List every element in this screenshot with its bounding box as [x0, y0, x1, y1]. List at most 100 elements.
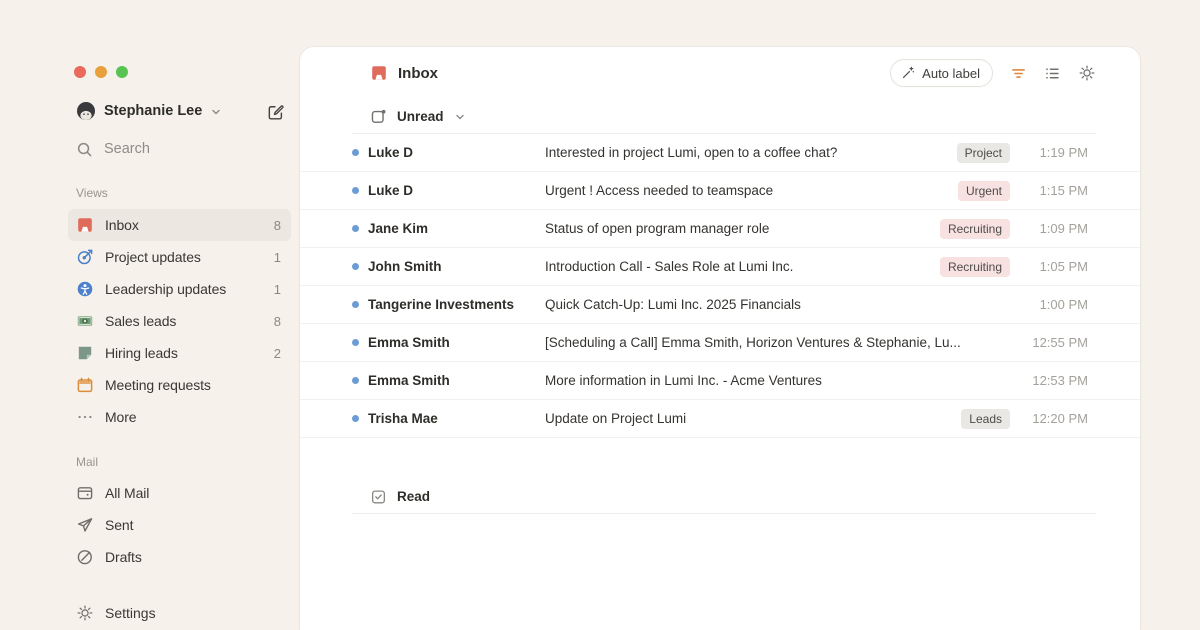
account-switcher[interactable]: Stephanie Lee	[68, 96, 291, 126]
email-row[interactable]: Emma Smith [Scheduling a Call] Emma Smit…	[300, 324, 1140, 362]
read-label: Read	[397, 489, 430, 504]
sidebar-item-label: Sent	[105, 517, 133, 533]
person-icon	[76, 280, 94, 298]
sidebar-item-inbox[interactable]: Inbox 8	[68, 209, 291, 241]
email-time: 12:55 PM	[1024, 335, 1088, 350]
email-sender: Jane Kim	[368, 221, 545, 236]
compose-icon[interactable]	[266, 102, 285, 121]
more-icon	[76, 408, 94, 426]
minimize-button[interactable]	[95, 66, 107, 78]
email-subject: [Scheduling a Call] Emma Smith, Horizon …	[545, 335, 1010, 350]
sidebar-item-label: Hiring leads	[105, 345, 178, 361]
email-label-badge[interactable]: Urgent	[958, 181, 1010, 201]
unread-label: Unread	[397, 109, 444, 124]
unread-group-header[interactable]: Unread	[300, 99, 1140, 133]
email-subject: Introduction Call - Sales Role at Lumi I…	[545, 259, 928, 274]
email-subject: Urgent ! Access needed to teamspace	[545, 183, 946, 198]
email-row[interactable]: John Smith Introduction Call - Sales Rol…	[300, 248, 1140, 286]
unread-dot-icon	[352, 415, 359, 422]
sidebar-item-hiring-leads[interactable]: Hiring leads 2	[68, 337, 291, 369]
sidebar-item-more[interactable]: More	[68, 401, 291, 433]
search-icon	[76, 141, 93, 158]
gear-icon	[76, 604, 94, 622]
email-row[interactable]: Luke D Urgent ! Access needed to teamspa…	[300, 172, 1140, 210]
sidebar-item-meeting-requests[interactable]: Meeting requests	[68, 369, 291, 401]
sidebar-item-label: Sales leads	[105, 313, 176, 329]
unread-dot-icon	[352, 149, 359, 156]
email-time: 12:53 PM	[1024, 373, 1088, 388]
list-view-icon[interactable]	[1044, 65, 1061, 82]
chevron-down-icon	[454, 111, 466, 123]
calendar-icon	[76, 376, 94, 394]
inbox-panel: Inbox Auto label	[300, 47, 1140, 630]
inbox-icon	[76, 216, 94, 234]
email-row[interactable]: Jane Kim Status of open program manager …	[300, 210, 1140, 248]
unread-dot-icon	[352, 263, 359, 270]
email-row[interactable]: Luke D Interested in project Lumi, open …	[300, 134, 1140, 172]
sidebar-item-count: 1	[274, 250, 281, 265]
send-icon	[76, 516, 94, 534]
draft-icon	[76, 548, 94, 566]
email-sender: Trisha Mae	[368, 411, 545, 426]
unread-dot-icon	[352, 301, 359, 308]
email-time: 1:00 PM	[1024, 297, 1088, 312]
note-icon	[76, 344, 94, 362]
unread-icon	[370, 108, 387, 125]
email-label-badge[interactable]: Leads	[961, 409, 1010, 429]
email-time: 1:15 PM	[1024, 183, 1088, 198]
target-icon	[76, 248, 94, 266]
auto-label-text: Auto label	[922, 66, 980, 81]
sidebar-item-leadership-updates[interactable]: Leadership updates 1	[68, 273, 291, 305]
email-time: 1:09 PM	[1024, 221, 1088, 236]
sidebar-item-project-updates[interactable]: Project updates 1	[68, 241, 291, 273]
email-row[interactable]: Emma Smith More information in Lumi Inc.…	[300, 362, 1140, 400]
sidebar-item-count: 8	[274, 314, 281, 329]
email-label-badge[interactable]: Recruiting	[940, 219, 1010, 239]
email-sender: Luke D	[368, 145, 545, 160]
email-subject: More information in Lumi Inc. - Acme Ven…	[545, 373, 1010, 388]
gear-icon[interactable]	[1078, 64, 1096, 82]
email-list: Luke D Interested in project Lumi, open …	[300, 134, 1140, 438]
filter-icon[interactable]	[1010, 65, 1027, 82]
sidebar-item-label: Project updates	[105, 249, 201, 265]
banknote-icon	[76, 312, 94, 330]
email-row[interactable]: Tangerine Investments Quick Catch-Up: Lu…	[300, 286, 1140, 324]
read-group-header[interactable]: Read	[300, 479, 1140, 513]
sidebar-item-all-mail[interactable]: All Mail	[68, 477, 291, 509]
sidebar-item-label: More	[105, 409, 137, 425]
inbox-header: Inbox Auto label	[300, 47, 1140, 99]
email-subject: Quick Catch-Up: Lumi Inc. 2025 Financial…	[545, 297, 1010, 312]
sidebar-item-count: 1	[274, 282, 281, 297]
unread-dot-icon	[352, 187, 359, 194]
sidebar-item-label: Leadership updates	[105, 281, 226, 297]
email-label-badge[interactable]: Project	[957, 143, 1010, 163]
settings-label: Settings	[105, 605, 156, 621]
email-subject: Update on Project Lumi	[545, 411, 949, 426]
sidebar: Stephanie Lee Search Views Inbox 8	[0, 0, 300, 630]
sidebar-item-label: Drafts	[105, 549, 142, 565]
email-row[interactable]: Trisha Mae Update on Project Lumi Leads …	[300, 400, 1140, 438]
auto-label-button[interactable]: Auto label	[890, 59, 993, 87]
close-button[interactable]	[74, 66, 86, 78]
sidebar-item-settings[interactable]: Settings	[68, 597, 291, 629]
auto-label-icon	[900, 65, 916, 81]
sidebar-item-sent[interactable]: Sent	[68, 509, 291, 541]
email-sender: Tangerine Investments	[368, 297, 545, 312]
sidebar-item-drafts[interactable]: Drafts	[68, 541, 291, 573]
email-time: 12:20 PM	[1024, 411, 1088, 426]
section-title-mail: Mail	[68, 455, 291, 469]
email-time: 1:19 PM	[1024, 145, 1088, 160]
email-subject: Status of open program manager role	[545, 221, 928, 236]
email-sender: Luke D	[368, 183, 545, 198]
email-label-badge[interactable]: Recruiting	[940, 257, 1010, 277]
page-title: Inbox	[398, 65, 438, 82]
search-input[interactable]: Search	[68, 134, 291, 164]
unread-dot-icon	[352, 377, 359, 384]
email-sender: Emma Smith	[368, 335, 545, 350]
zoom-button[interactable]	[116, 66, 128, 78]
allmail-icon	[76, 484, 94, 502]
inbox-icon	[370, 64, 388, 82]
sidebar-item-count: 2	[274, 346, 281, 361]
sidebar-item-count: 8	[274, 218, 281, 233]
sidebar-item-sales-leads[interactable]: Sales leads 8	[68, 305, 291, 337]
